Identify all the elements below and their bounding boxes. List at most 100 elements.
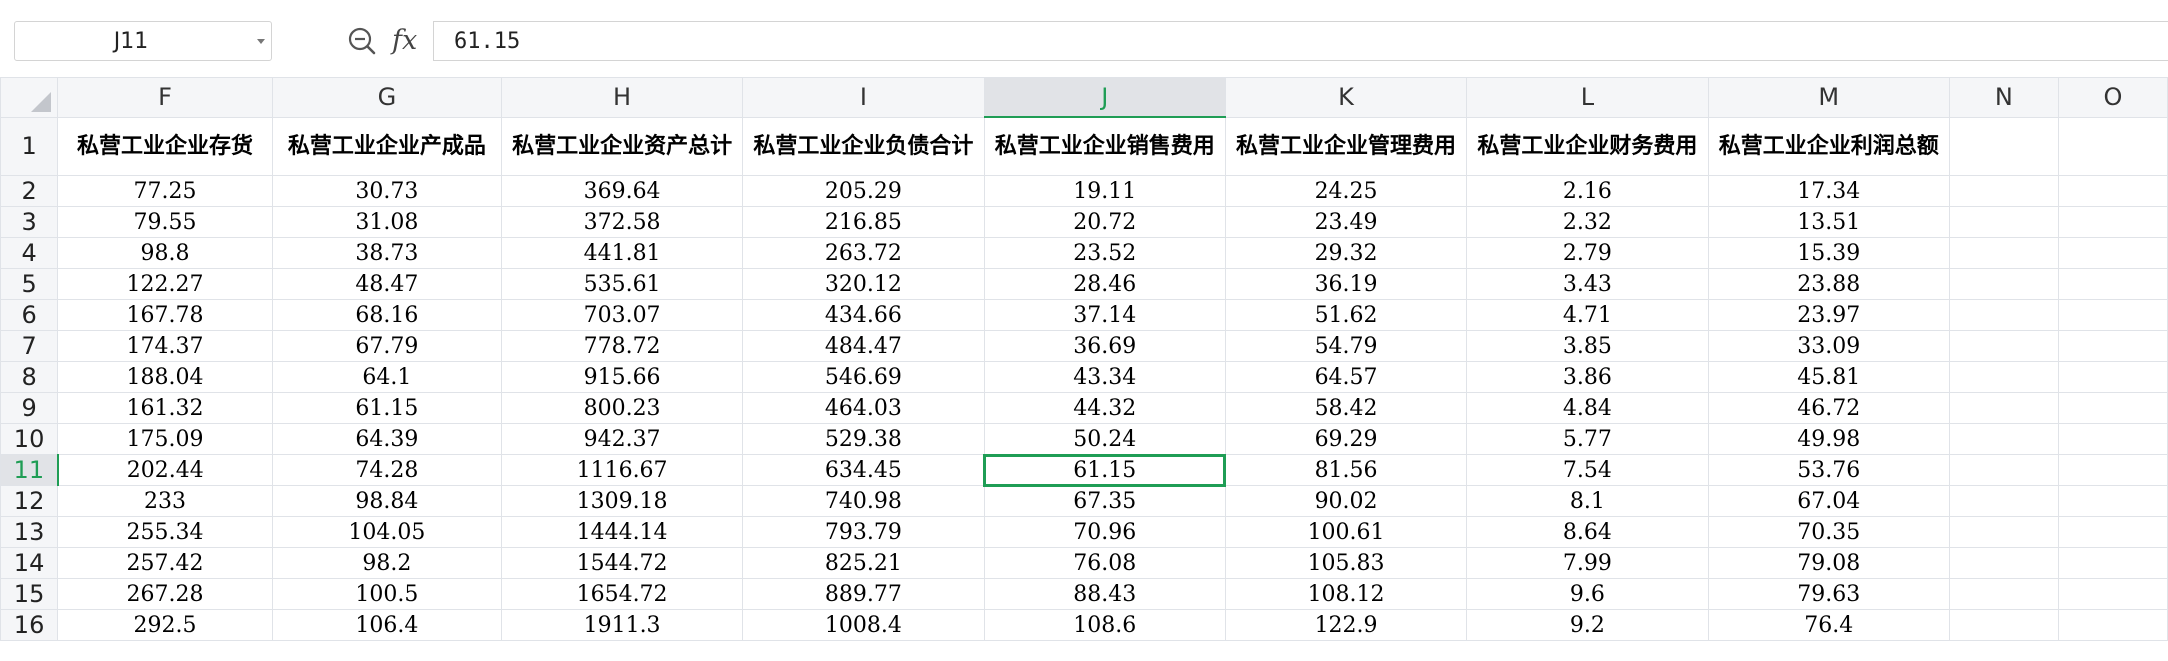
cell-n11[interactable]: [1948, 454, 2059, 486]
row-header-2[interactable]: 2: [0, 175, 59, 207]
cell-n2[interactable]: [1948, 175, 2059, 207]
cell-k12[interactable]: 90.02: [1224, 485, 1468, 517]
cell-n9[interactable]: [1948, 392, 2059, 424]
row-header-12[interactable]: 12: [0, 485, 59, 517]
cell-g1[interactable]: 私营工业企业产成品: [271, 116, 502, 176]
cell-k3[interactable]: 23.49: [1224, 206, 1468, 238]
cell-o12[interactable]: [2057, 485, 2168, 517]
cell-l12[interactable]: 8.1: [1466, 485, 1709, 517]
cell-f6[interactable]: 167.78: [57, 299, 273, 331]
cell-l3[interactable]: 2.32: [1466, 206, 1709, 238]
cell-o8[interactable]: [2057, 361, 2168, 393]
cell-m12[interactable]: 67.04: [1707, 485, 1950, 517]
cell-n1[interactable]: [1948, 116, 2059, 176]
cell-f5[interactable]: 122.27: [57, 268, 273, 300]
cell-f9[interactable]: 161.32: [57, 392, 273, 424]
cell-f3[interactable]: 79.55: [57, 206, 273, 238]
cell-f7[interactable]: 174.37: [57, 330, 273, 362]
cell-k9[interactable]: 58.42: [1224, 392, 1468, 424]
cell-k10[interactable]: 69.29: [1224, 423, 1468, 455]
cell-h7[interactable]: 778.72: [500, 330, 744, 362]
cell-j11[interactable]: 61.15: [983, 453, 1227, 487]
cell-n8[interactable]: [1948, 361, 2059, 393]
row-header-8[interactable]: 8: [0, 361, 59, 393]
row-header-4[interactable]: 4: [0, 237, 59, 269]
formula-value[interactable]: 61.15: [454, 22, 520, 62]
cell-j3[interactable]: 20.72: [983, 206, 1226, 238]
column-header-l[interactable]: L: [1466, 77, 1709, 118]
cell-l1[interactable]: 私营工业企业财务费用: [1466, 116, 1709, 176]
cell-f12[interactable]: 233: [57, 485, 273, 517]
cell-k15[interactable]: 108.12: [1224, 578, 1468, 610]
cell-i13[interactable]: 793.79: [742, 516, 985, 548]
cell-l15[interactable]: 9.6: [1466, 578, 1709, 610]
cell-l5[interactable]: 3.43: [1466, 268, 1709, 300]
cell-n7[interactable]: [1948, 330, 2059, 362]
name-box[interactable]: J11: [14, 21, 272, 61]
cell-n16[interactable]: [1948, 609, 2059, 641]
cell-g12[interactable]: 98.84: [271, 485, 502, 517]
cell-l11[interactable]: 7.54: [1466, 454, 1709, 486]
cell-k16[interactable]: 122.9: [1224, 609, 1468, 641]
cell-n14[interactable]: [1948, 547, 2059, 579]
cell-h11[interactable]: 1116.67: [500, 454, 744, 486]
cell-j7[interactable]: 36.69: [983, 330, 1226, 362]
cell-h16[interactable]: 1911.3: [500, 609, 744, 641]
cell-o4[interactable]: [2057, 237, 2168, 269]
cell-h3[interactable]: 372.58: [500, 206, 744, 238]
cell-i6[interactable]: 434.66: [742, 299, 985, 331]
cell-i11[interactable]: 634.45: [742, 454, 985, 486]
row-header-9[interactable]: 9: [0, 392, 59, 424]
cell-m8[interactable]: 45.81: [1707, 361, 1950, 393]
cell-k2[interactable]: 24.25: [1224, 175, 1468, 207]
cell-m13[interactable]: 70.35: [1707, 516, 1950, 548]
chevron-down-icon[interactable]: [257, 39, 265, 44]
column-header-h[interactable]: H: [500, 77, 744, 118]
cell-k1[interactable]: 私营工业企业管理费用: [1224, 116, 1468, 176]
cell-j13[interactable]: 70.96: [983, 516, 1226, 548]
cell-g10[interactable]: 64.39: [271, 423, 502, 455]
cell-m7[interactable]: 33.09: [1707, 330, 1950, 362]
cell-g15[interactable]: 100.5: [271, 578, 502, 610]
cell-j12[interactable]: 67.35: [983, 485, 1226, 517]
cell-f13[interactable]: 255.34: [57, 516, 273, 548]
row-header-1[interactable]: 1: [0, 116, 59, 176]
cell-j10[interactable]: 50.24: [983, 423, 1226, 455]
cell-g6[interactable]: 68.16: [271, 299, 502, 331]
cell-n10[interactable]: [1948, 423, 2059, 455]
cell-g2[interactable]: 30.73: [271, 175, 502, 207]
cell-f15[interactable]: 267.28: [57, 578, 273, 610]
cell-n13[interactable]: [1948, 516, 2059, 548]
cell-l7[interactable]: 3.85: [1466, 330, 1709, 362]
column-header-k[interactable]: K: [1224, 77, 1468, 118]
cell-g7[interactable]: 67.79: [271, 330, 502, 362]
cell-o7[interactable]: [2057, 330, 2168, 362]
cell-g4[interactable]: 38.73: [271, 237, 502, 269]
cell-n6[interactable]: [1948, 299, 2059, 331]
cell-m10[interactable]: 49.98: [1707, 423, 1950, 455]
cell-o15[interactable]: [2057, 578, 2168, 610]
cell-n12[interactable]: [1948, 485, 2059, 517]
cell-k7[interactable]: 54.79: [1224, 330, 1468, 362]
cell-f16[interactable]: 292.5: [57, 609, 273, 641]
cell-f8[interactable]: 188.04: [57, 361, 273, 393]
cell-h14[interactable]: 1544.72: [500, 547, 744, 579]
cell-m3[interactable]: 13.51: [1707, 206, 1950, 238]
cell-o2[interactable]: [2057, 175, 2168, 207]
cell-l16[interactable]: 9.2: [1466, 609, 1709, 641]
cell-i14[interactable]: 825.21: [742, 547, 985, 579]
cell-h10[interactable]: 942.37: [500, 423, 744, 455]
select-all-corner[interactable]: [0, 77, 59, 118]
cell-l2[interactable]: 2.16: [1466, 175, 1709, 207]
cell-g9[interactable]: 61.15: [271, 392, 502, 424]
cell-m1[interactable]: 私营工业企业利润总额: [1707, 116, 1950, 176]
row-header-3[interactable]: 3: [0, 206, 59, 238]
column-header-o[interactable]: O: [2057, 77, 2168, 118]
cell-h12[interactable]: 1309.18: [500, 485, 744, 517]
cell-o9[interactable]: [2057, 392, 2168, 424]
cell-g5[interactable]: 48.47: [271, 268, 502, 300]
cell-j15[interactable]: 88.43: [983, 578, 1226, 610]
row-header-16[interactable]: 16: [0, 609, 59, 641]
zoom-formula-icon[interactable]: [347, 26, 377, 56]
cell-o5[interactable]: [2057, 268, 2168, 300]
